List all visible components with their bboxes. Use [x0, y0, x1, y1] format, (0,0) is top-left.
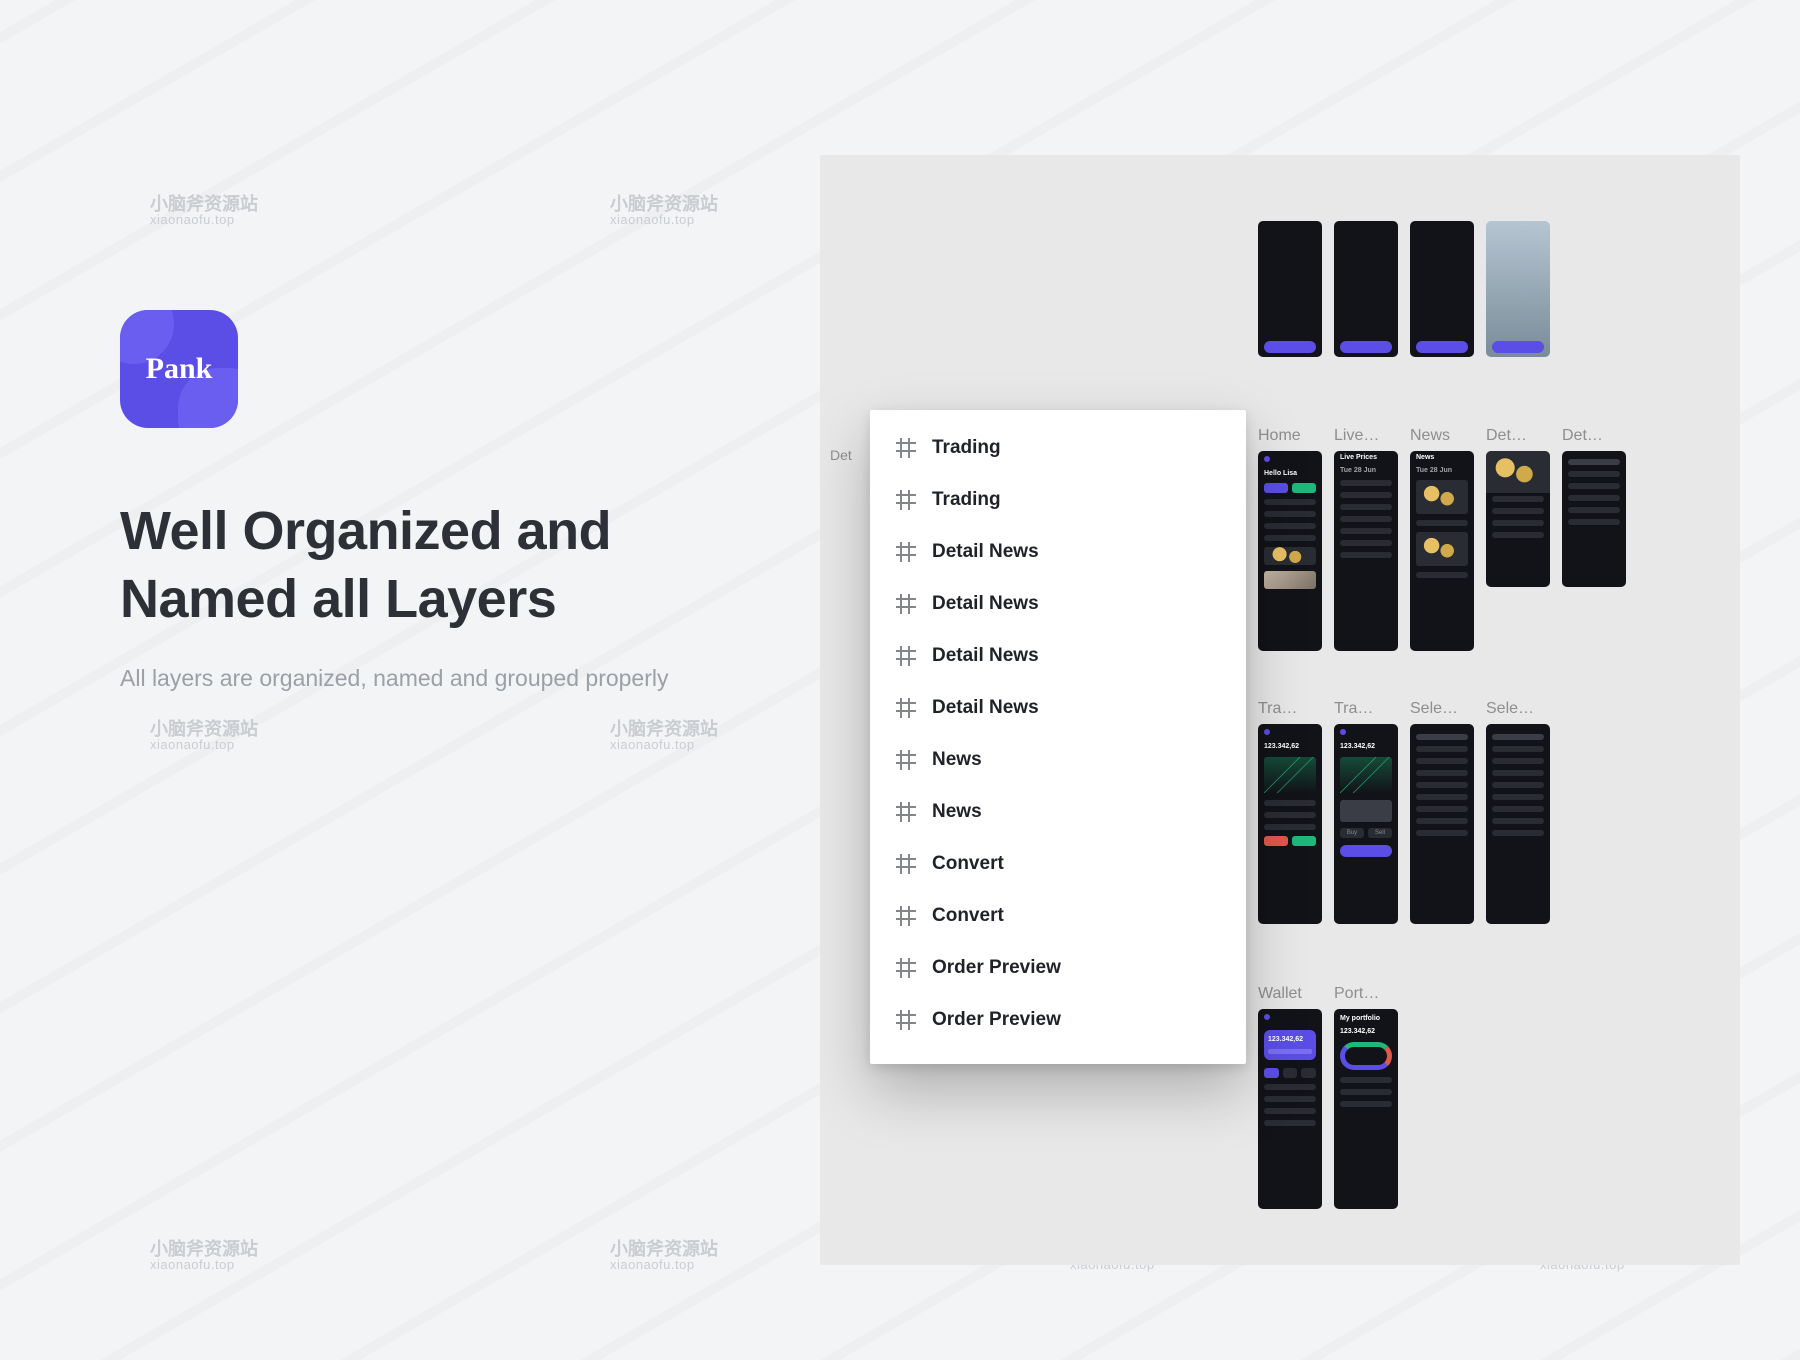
layer-name: Detail News: [932, 593, 1039, 615]
frame-group-home: Home Hello Lisa Live… Live PricesTue 28 …: [1258, 427, 1626, 651]
layer-name: Detail News: [932, 645, 1039, 667]
frame-label: Sele…: [1410, 700, 1458, 718]
layer-name: Order Preview: [932, 1009, 1061, 1031]
layer-item[interactable]: Convert: [870, 890, 1246, 942]
screen-thumb[interactable]: NewsTue 28 Jun: [1410, 451, 1474, 651]
frame-label: Port…: [1334, 985, 1379, 1003]
frame-icon: [896, 698, 916, 718]
watermark: 小脑斧资源站xiaonaofu.top: [150, 1240, 258, 1271]
screen-thumb[interactable]: [1258, 221, 1322, 357]
layer-item[interactable]: Detail News: [870, 578, 1246, 630]
layer-name: Order Preview: [932, 957, 1061, 979]
layers-panel: Trading Trading Detail News Detail News …: [870, 410, 1246, 1064]
headline: Well Organized and Named all Layers: [120, 498, 780, 633]
screen-thumb[interactable]: [1486, 724, 1550, 924]
frame-icon: [896, 802, 916, 822]
screen-thumb[interactable]: [1486, 451, 1550, 587]
screen-thumb[interactable]: 123.342,62: [1258, 724, 1322, 924]
layer-item[interactable]: Detail News: [870, 526, 1246, 578]
frame-label: Home: [1258, 427, 1301, 445]
watermark: 小脑斧资源站xiaonaofu.top: [150, 195, 258, 226]
frame-label: Det…: [1562, 427, 1603, 445]
layer-item[interactable]: Trading: [870, 422, 1246, 474]
frame-label: Tra…: [1258, 700, 1297, 718]
layer-item[interactable]: Order Preview: [870, 994, 1246, 1046]
watermark: 小脑斧资源站xiaonaofu.top: [150, 720, 258, 751]
frame-icon: [896, 1010, 916, 1030]
layer-item[interactable]: Detail News: [870, 682, 1246, 734]
partial-frame-label: Det: [830, 447, 852, 463]
frame-icon: [896, 854, 916, 874]
frame-label: Sele…: [1486, 700, 1534, 718]
layer-name: Detail News: [932, 697, 1039, 719]
screen-thumb[interactable]: Hello Lisa: [1258, 451, 1322, 651]
screen-thumb[interactable]: 123.342,62: [1258, 1009, 1322, 1209]
frame-icon: [896, 542, 916, 562]
layer-name: Detail News: [932, 541, 1039, 563]
frame-icon: [896, 750, 916, 770]
layer-item[interactable]: Trading: [870, 474, 1246, 526]
frame-icon: [896, 594, 916, 614]
frame-icon: [896, 490, 916, 510]
screen-thumb[interactable]: Live PricesTue 28 Jun: [1334, 451, 1398, 651]
app-name: Pank: [146, 352, 213, 386]
frame-group-trading: Tra… 123.342,62 Tra… 123.342,62 BuySell …: [1258, 700, 1550, 924]
layer-item[interactable]: News: [870, 734, 1246, 786]
subline: All layers are organized, named and grou…: [120, 661, 780, 696]
promo-left: Pank Well Organized and Named all Layers…: [120, 310, 780, 696]
layer-item[interactable]: News: [870, 786, 1246, 838]
watermark: 小脑斧资源站xiaonaofu.top: [610, 720, 718, 751]
frame-icon: [896, 958, 916, 978]
frame-label: News: [1410, 427, 1450, 445]
layer-item[interactable]: Order Preview: [870, 942, 1246, 994]
layer-name: Trading: [932, 437, 1001, 459]
frame-label: Live…: [1334, 427, 1379, 445]
frame-label: Tra…: [1334, 700, 1373, 718]
screen-thumb[interactable]: [1486, 221, 1550, 357]
design-canvas: Det Home Hello Lisa Live… Live PricesTue…: [820, 155, 1740, 1265]
screen-thumb[interactable]: My portfolio 123.342,62: [1334, 1009, 1398, 1209]
frame-group-onboarding: [1258, 221, 1550, 357]
layer-item[interactable]: Convert: [870, 838, 1246, 890]
screen-thumb[interactable]: [1410, 724, 1474, 924]
screen-thumb[interactable]: [1334, 221, 1398, 357]
frame-label: Wallet: [1258, 985, 1302, 1003]
screen-thumb[interactable]: 123.342,62 BuySell: [1334, 724, 1398, 924]
frame-group-wallet: Wallet 123.342,62 Port… My portfolio 123…: [1258, 985, 1398, 1209]
frame-icon: [896, 906, 916, 926]
watermark: 小脑斧资源站xiaonaofu.top: [610, 1240, 718, 1271]
screen-thumb[interactable]: [1410, 221, 1474, 357]
frame-icon: [896, 646, 916, 666]
watermark: 小脑斧资源站xiaonaofu.top: [610, 195, 718, 226]
layer-name: News: [932, 749, 982, 771]
layer-name: News: [932, 801, 982, 823]
layer-name: Convert: [932, 853, 1004, 875]
app-icon: Pank: [120, 310, 238, 428]
layer-name: Trading: [932, 489, 1001, 511]
frame-icon: [896, 438, 916, 458]
layer-item[interactable]: Detail News: [870, 630, 1246, 682]
layer-name: Convert: [932, 905, 1004, 927]
frame-label: Det…: [1486, 427, 1527, 445]
screen-thumb[interactable]: [1562, 451, 1626, 587]
